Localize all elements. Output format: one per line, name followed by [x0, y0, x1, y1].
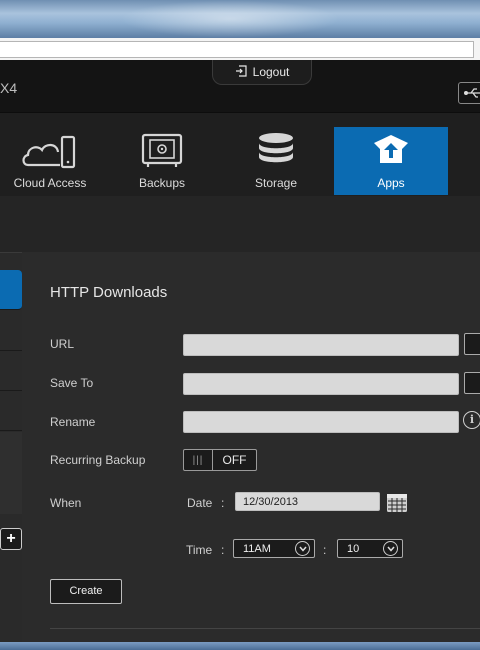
hour-select[interactable]: 11AM	[233, 539, 315, 558]
database-icon	[259, 133, 293, 163]
nav-label: Storage	[254, 176, 298, 190]
sidebar-item[interactable]	[0, 432, 22, 514]
toggle-grip-icon: |||	[184, 450, 213, 470]
save-to-browse-button[interactable]	[464, 372, 480, 394]
os-title-bar	[0, 0, 480, 38]
url-browse-button[interactable]	[464, 333, 480, 355]
nav-label: Cloud Access	[13, 176, 87, 190]
save-to-label: Save To	[50, 376, 94, 390]
toggle-state: OFF	[222, 453, 247, 467]
nav-label: Apps	[377, 176, 405, 190]
os-taskbar	[0, 642, 480, 650]
nav-storage[interactable]: Storage	[226, 113, 326, 193]
info-icon[interactable]: i	[463, 411, 480, 429]
usb-icon	[464, 88, 480, 98]
usb-button[interactable]	[458, 82, 480, 104]
rename-input[interactable]	[183, 411, 459, 433]
calendar-icon[interactable]	[386, 492, 408, 513]
sidebar-item[interactable]	[0, 311, 22, 351]
date-input[interactable]: 12/30/2013	[235, 492, 380, 511]
save-to-input[interactable]	[183, 373, 459, 395]
page-title: HTTP Downloads	[50, 284, 168, 301]
time-separator: :	[221, 543, 225, 557]
app-header: X4 Logout	[0, 60, 480, 112]
nav-backups[interactable]: Backups	[112, 113, 212, 193]
sidebar-item-http-downloads[interactable]	[0, 270, 22, 310]
nav-cloud-access[interactable]: Cloud Access	[0, 113, 100, 193]
add-app-button[interactable]: +	[0, 528, 22, 550]
recurring-backup-toggle[interactable]: ||| OFF	[183, 449, 257, 471]
url-label: URL	[50, 337, 75, 351]
main-nav: Cloud Access Backups Storage Apps	[0, 112, 480, 198]
time-label: Time	[186, 543, 213, 557]
recurring-backup-label: Recurring Backup	[50, 453, 146, 467]
address-field[interactable]	[0, 41, 474, 58]
sidebar-item[interactable]	[0, 391, 22, 431]
date-label: Date	[187, 496, 213, 510]
apps-upload-icon	[374, 135, 408, 163]
sidebar	[0, 252, 22, 514]
logout-label: Logout	[252, 65, 290, 79]
minute-value: 10	[347, 543, 360, 555]
nav-apps[interactable]: Apps	[334, 127, 448, 195]
browser-address-bar	[0, 38, 480, 61]
plus-icon: +	[6, 530, 16, 547]
nav-label: Backups	[138, 176, 186, 190]
safe-icon	[141, 133, 183, 167]
minute-select[interactable]: 10	[337, 539, 403, 558]
create-button[interactable]: Create	[50, 579, 122, 604]
minute-separator: :	[323, 543, 327, 557]
hour-value: 11AM	[243, 543, 271, 555]
divider	[50, 628, 480, 629]
logout-icon	[235, 64, 247, 80]
date-separator: :	[221, 496, 225, 510]
logout-button[interactable]: Logout	[212, 60, 312, 85]
chevron-down-icon	[295, 541, 310, 556]
sidebar-item[interactable]	[0, 351, 22, 391]
chevron-down-icon	[383, 541, 398, 556]
when-label: When	[50, 496, 82, 510]
cloud-device-icon	[22, 135, 76, 169]
device-name: X4	[0, 80, 18, 96]
sub-header	[0, 196, 480, 253]
url-input[interactable]	[183, 334, 459, 356]
rename-label: Rename	[50, 415, 96, 429]
